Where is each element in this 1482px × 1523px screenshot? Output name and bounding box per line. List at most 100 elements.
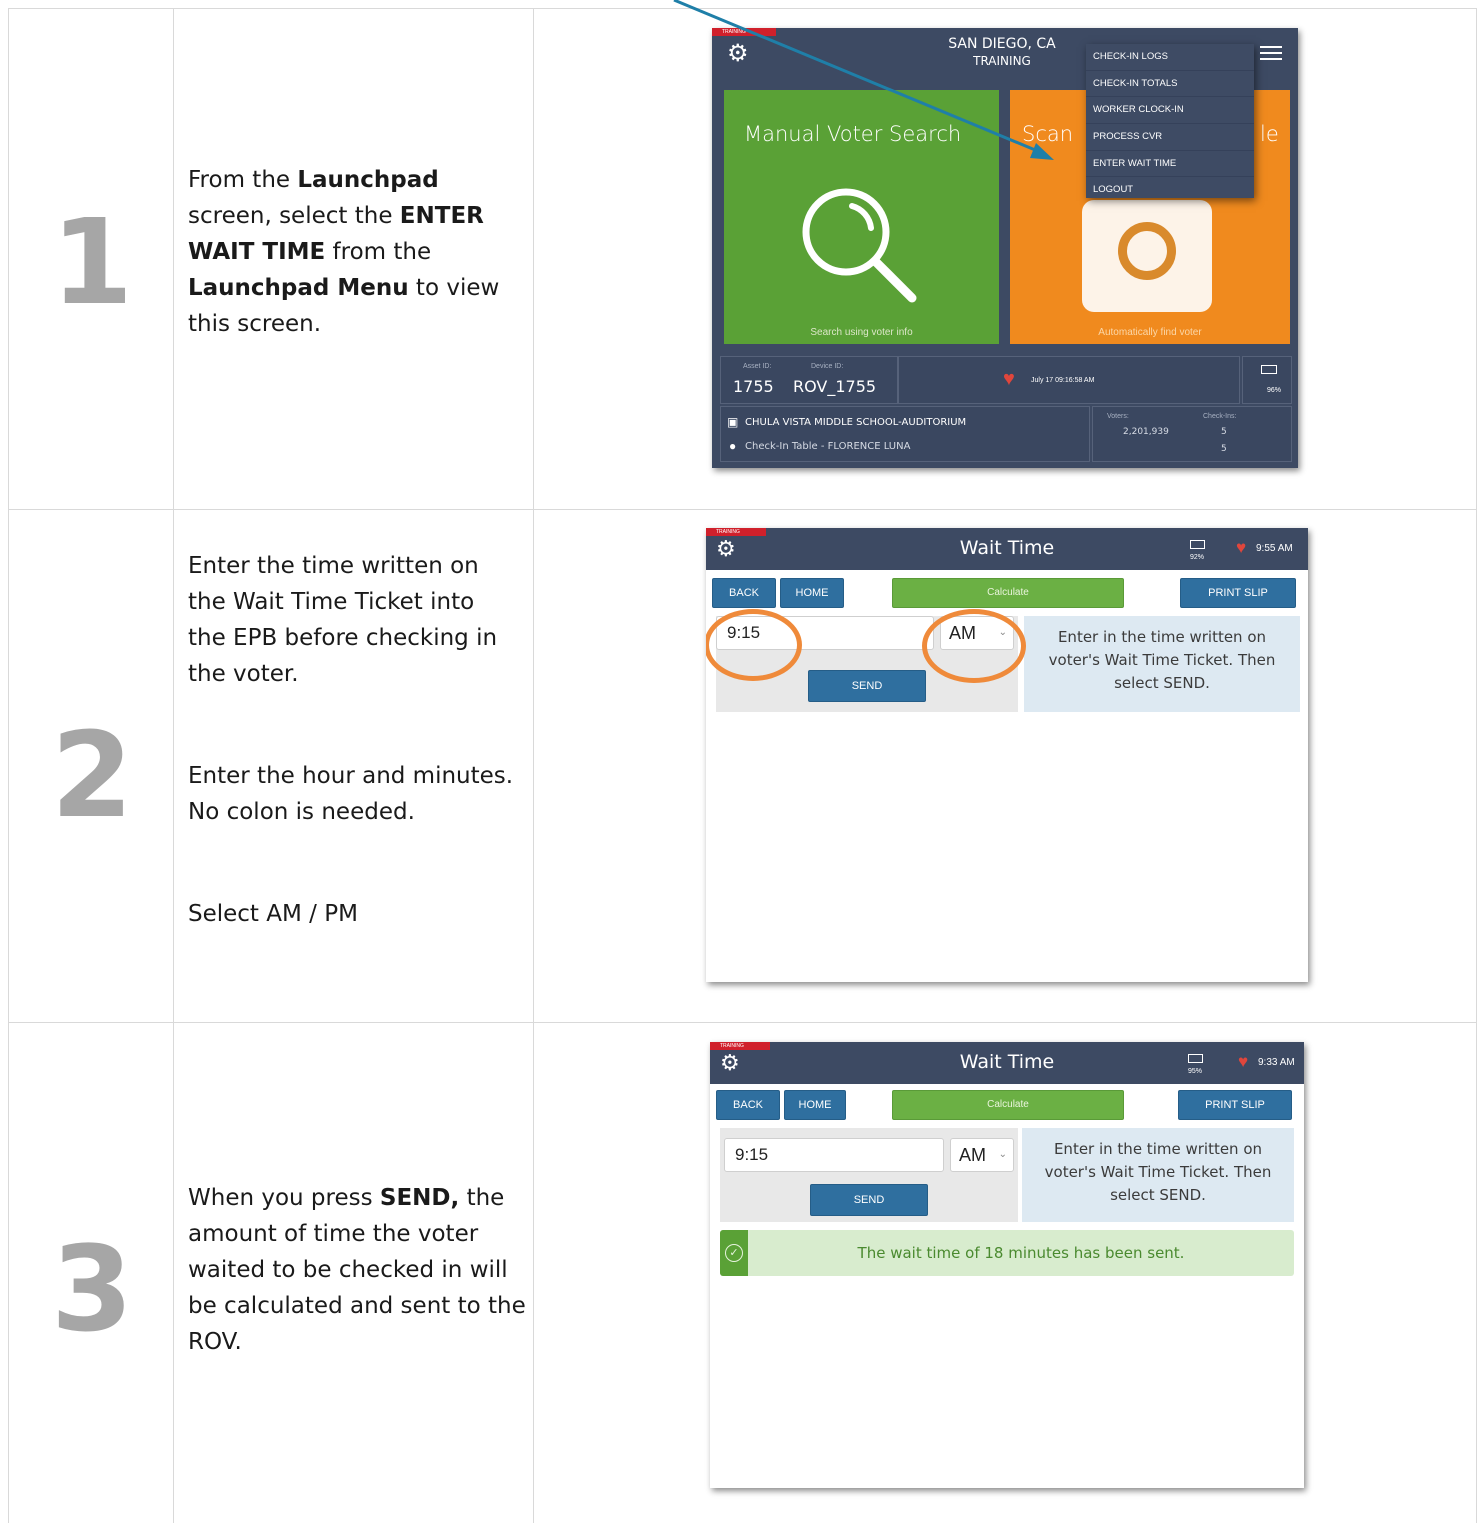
- success-icon-strip: ✓: [720, 1230, 748, 1276]
- back-button[interactable]: BACK: [712, 578, 776, 608]
- calculate-button[interactable]: Calculate: [892, 1090, 1124, 1120]
- paragraph: Enter the hour and minutes. No colon is …: [188, 763, 514, 825]
- header-location: SAN DIEGO, CA TRAINING: [892, 36, 1112, 68]
- text: When you press: [188, 1185, 380, 1211]
- location-box: ▣ CHULA VISTA MIDDLE SCHOOL-AUDITORIUM ●…: [720, 406, 1090, 462]
- paragraph: Enter the time written on the Wait Time …: [188, 553, 498, 687]
- training-flag: TRAINING: [710, 1042, 770, 1050]
- grid-line: [8, 8, 1476, 9]
- header-bar: TRAINING ⚙ Wait Time 92% ♥ 9:55 AM: [706, 528, 1308, 570]
- menu-item-process-cvr[interactable]: PROCESS CVR: [1086, 124, 1254, 151]
- user-icon: ●: [729, 439, 737, 453]
- step-number: 1: [50, 193, 134, 331]
- training-flag: TRAINING: [712, 28, 776, 36]
- table-name: Check-In Table - FLORENCE LUNA: [745, 441, 911, 452]
- clock: 9:33 AM: [1258, 1057, 1295, 1068]
- battery-percent: 92%: [1190, 554, 1205, 561]
- grid-line: [8, 1022, 1476, 1023]
- menu-item-enter-wait-time[interactable]: ENTER WAIT TIME: [1086, 151, 1254, 178]
- grid-line: [533, 8, 534, 1523]
- timestamp: July 17 09:16:58 AM: [1031, 377, 1095, 384]
- help-text: Enter in the time written on voter's Wai…: [1044, 1140, 1272, 1204]
- grid-line: [8, 8, 9, 1523]
- tile-title-left: Scan: [1022, 122, 1074, 146]
- back-button[interactable]: BACK: [716, 1090, 780, 1120]
- send-button[interactable]: SEND: [808, 670, 926, 702]
- wait-time-screen-result: TRAINING ⚙ Wait Time 95% ♥ 9:33 AM BACK …: [710, 1042, 1304, 1488]
- gear-icon[interactable]: ⚙: [727, 42, 749, 66]
- bold-text: Launchpad: [297, 167, 439, 193]
- hamburger-menu-icon[interactable]: [1260, 42, 1282, 64]
- text: from the: [325, 239, 432, 265]
- battery-icon: [1190, 540, 1205, 549]
- device-info-box: Asset ID: Device ID: 1755 ROV_1755: [720, 356, 898, 404]
- manual-voter-search-tile[interactable]: Manual Voter Search Search using voter i…: [724, 90, 999, 344]
- camera-icon: [1082, 200, 1212, 312]
- header-bar: TRAINING ⚙ Wait Time 95% ♥ 9:33 AM: [710, 1042, 1304, 1084]
- check-ins-count-b: 5: [1221, 444, 1227, 454]
- time-entry-panel: 9:15 AM ⌄ SEND: [720, 1128, 1018, 1222]
- highlight-circle: [706, 609, 802, 681]
- asset-id-label: Asset ID:: [743, 363, 772, 370]
- help-text: Enter in the time written on voter's Wai…: [1048, 628, 1276, 692]
- step-3-description: When you press SEND, the amount of time …: [188, 1180, 528, 1360]
- am-pm-select[interactable]: AM ⌄: [950, 1138, 1014, 1172]
- menu-item-check-in-logs[interactable]: CHECK-IN LOGS: [1086, 44, 1254, 71]
- grid-line: [1476, 8, 1477, 1523]
- grid-line: [173, 8, 174, 1523]
- battery-icon: [1188, 1054, 1203, 1063]
- tile-subtitle: Automatically find voter: [1098, 327, 1202, 338]
- print-slip-button[interactable]: PRINT SLIP: [1178, 1090, 1292, 1120]
- wait-time-screen: TRAINING ⚙ Wait Time 92% ♥ 9:55 AM BACK …: [706, 528, 1308, 982]
- screen-title: Wait Time: [959, 1051, 1055, 1073]
- calculate-button[interactable]: Calculate: [892, 578, 1124, 608]
- time-input[interactable]: 9:15: [724, 1138, 944, 1172]
- text: From the: [188, 167, 298, 193]
- step-number: 3: [50, 1220, 134, 1358]
- home-button[interactable]: HOME: [780, 578, 844, 608]
- grid-line: [8, 509, 1476, 510]
- site-name: CHULA VISTA MIDDLE SCHOOL-AUDITORIUM: [745, 417, 967, 428]
- menu-item-check-in-totals[interactable]: CHECK-IN TOTALS: [1086, 71, 1254, 98]
- help-panel: Enter in the time written on voter's Wai…: [1024, 616, 1300, 712]
- battery-icon: [1261, 365, 1277, 374]
- tile-subtitle: Search using voter info: [810, 327, 913, 338]
- battery-percent: 95%: [1188, 1068, 1203, 1075]
- device-id-value: ROV_1755: [793, 377, 877, 396]
- heart-icon: ♥: [1003, 368, 1015, 390]
- help-panel: Enter in the time written on voter's Wai…: [1022, 1128, 1294, 1222]
- print-slip-button[interactable]: PRINT SLIP: [1180, 578, 1296, 608]
- menu-item-logout[interactable]: LOGOUT: [1086, 177, 1254, 203]
- device-id-label: Device ID:: [811, 363, 844, 370]
- training-flag: TRAINING: [706, 528, 766, 536]
- step-number: 2: [50, 706, 134, 844]
- step-1-description: From the Launchpad screen, select the EN…: [188, 162, 518, 342]
- clock: 9:55 AM: [1256, 543, 1293, 554]
- check-ins-label: Check-Ins:: [1203, 413, 1237, 420]
- heart-icon: ♥: [1236, 538, 1247, 557]
- success-message: The wait time of 18 minutes has been sen…: [857, 1244, 1185, 1262]
- location-text: SAN DIEGO, CA: [948, 36, 1056, 52]
- status-box: ♥ July 17 09:16:58 AM: [898, 356, 1240, 404]
- tile-title-right: le: [1260, 122, 1279, 146]
- screen-title: Wait Time: [959, 537, 1055, 559]
- heart-icon: ♥: [1238, 1052, 1249, 1071]
- mode-text: TRAINING: [973, 54, 1031, 68]
- check-ins-count-a: 5: [1221, 427, 1227, 437]
- highlight-circle: [922, 609, 1026, 683]
- chevron-down-icon: ⌄: [998, 1149, 1007, 1160]
- send-button[interactable]: SEND: [810, 1184, 928, 1216]
- battery-percent: 96%: [1267, 387, 1282, 394]
- launchpad-menu: CHECK-IN LOGS CHECK-IN TOTALS WORKER CLO…: [1086, 44, 1254, 198]
- am-pm-value: AM: [959, 1145, 986, 1165]
- home-button[interactable]: HOME: [784, 1090, 846, 1120]
- totals-box: Voters: Check-Ins: 2,201,939 5 5: [1092, 406, 1292, 462]
- menu-item-worker-clock-in[interactable]: WORKER CLOCK-IN: [1086, 97, 1254, 125]
- battery-box: 96%: [1242, 356, 1292, 404]
- map-pin-icon: ▣: [727, 415, 739, 429]
- asset-id-value: 1755: [733, 377, 774, 396]
- success-alert: ✓ The wait time of 18 minutes has been s…: [720, 1230, 1294, 1276]
- check-circle-icon: ✓: [725, 1244, 743, 1262]
- launchpad-screen: TRAINING ⚙ SAN DIEGO, CA TRAINING Manual…: [712, 28, 1298, 468]
- magnifier-icon: [802, 188, 917, 303]
